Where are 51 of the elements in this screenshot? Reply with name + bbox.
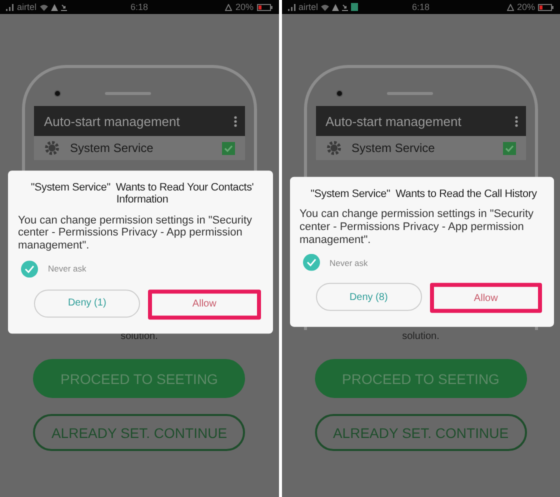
more-icon[interactable] bbox=[515, 116, 518, 126]
continue-button[interactable]: ALREADY SET. CONTINUE bbox=[33, 414, 246, 451]
gear-icon bbox=[326, 140, 342, 156]
deny-button[interactable]: Deny (8) bbox=[316, 283, 422, 312]
header-title: Auto-start management bbox=[44, 114, 180, 128]
app-name: System Service bbox=[352, 141, 436, 155]
dialog-message: You can change permission settings in "Security center - Permissions Privacy - App permission management". bbox=[300, 208, 535, 246]
warning-icon bbox=[332, 4, 340, 10]
dialog-title: "System Service" Wants to Read the Call History bbox=[310, 188, 538, 200]
clock: 6:18 bbox=[130, 2, 148, 12]
alarm-icon bbox=[506, 4, 514, 10]
proceed-button[interactable]: PROCEED TO SEETING bbox=[314, 359, 527, 398]
alarm-icon bbox=[225, 4, 232, 10]
continue-button[interactable]: ALREADY SET. CONTINUE bbox=[314, 414, 527, 451]
proceed-button[interactable]: PROCEED TO SEETING bbox=[33, 359, 246, 398]
dialog-title: "System Service" Wants to Read Your Contacts' Information bbox=[30, 182, 255, 206]
download-icon bbox=[60, 4, 67, 10]
speaker-grille bbox=[105, 92, 151, 94]
battery-icon bbox=[256, 4, 272, 10]
camera-icon bbox=[54, 90, 61, 96]
carrier-name: airtel bbox=[17, 2, 37, 12]
carrier-name: airtel bbox=[298, 2, 318, 12]
warning-icon bbox=[50, 4, 58, 10]
deny-button[interactable]: Deny (1) bbox=[34, 289, 140, 318]
app-notification-icon bbox=[351, 3, 358, 11]
battery-percentage: 20% bbox=[516, 2, 535, 12]
signal-icon bbox=[6, 4, 14, 10]
signal-icon bbox=[288, 4, 296, 10]
never-ask-label: Never ask bbox=[48, 264, 86, 274]
instruction-text: solution. bbox=[402, 331, 440, 342]
wifi-icon bbox=[321, 4, 330, 10]
wifi-icon bbox=[40, 4, 48, 10]
checkbox[interactable] bbox=[503, 142, 516, 154]
never-ask-label: Never ask bbox=[330, 258, 368, 268]
dialog-message: You can change permission settings in "Security center - Permissions Privacy - App permission management". bbox=[18, 214, 254, 252]
more-icon[interactable] bbox=[234, 116, 236, 126]
allow-button[interactable]: Allow bbox=[148, 289, 260, 320]
checkbox[interactable] bbox=[222, 142, 234, 154]
camera-icon bbox=[336, 90, 342, 96]
download-icon bbox=[342, 4, 348, 10]
never-ask-checkbox[interactable] bbox=[302, 254, 320, 272]
allow-button[interactable]: Allow bbox=[430, 283, 542, 314]
speaker-grille bbox=[386, 92, 432, 94]
app-name: System Service bbox=[70, 141, 154, 155]
header-title: Auto-start management bbox=[326, 114, 462, 128]
never-ask-checkbox[interactable] bbox=[21, 260, 38, 278]
battery-icon bbox=[538, 4, 554, 10]
gear-icon bbox=[44, 140, 60, 156]
instruction-text: solution. bbox=[120, 331, 158, 342]
clock: 6:18 bbox=[412, 2, 430, 12]
battery-percentage: 20% bbox=[235, 2, 254, 12]
